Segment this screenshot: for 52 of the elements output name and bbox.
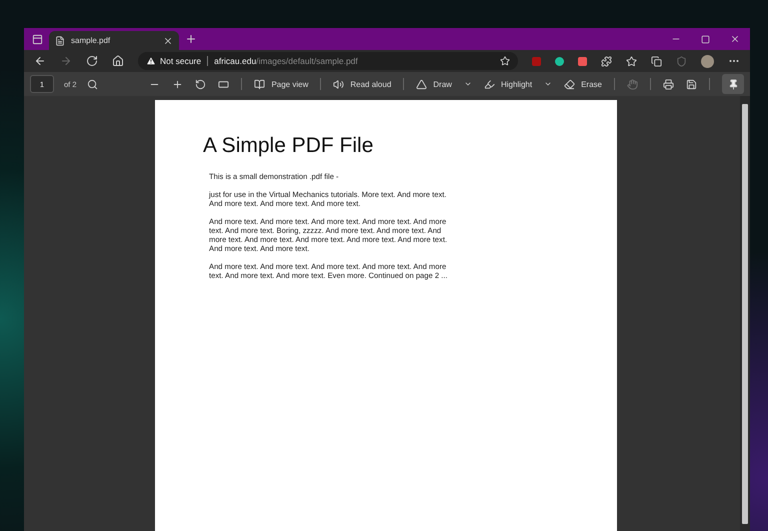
read-aloud-button[interactable]: Read aloud: [333, 78, 392, 90]
zoom-in-button[interactable]: [172, 78, 184, 90]
close-icon[interactable]: [163, 36, 173, 46]
book-icon: [254, 78, 266, 90]
dropdown-caret-button[interactable]: [544, 80, 552, 88]
favorites-icon[interactable]: [626, 56, 637, 66]
fit-icon: [218, 78, 230, 90]
draw-button[interactable]: Draw: [416, 78, 452, 90]
close-icon[interactable]: [730, 34, 740, 44]
extension-icon[interactable]: [555, 56, 564, 66]
add-favorite-icon[interactable]: [500, 56, 510, 66]
browser-tab[interactable]: sample.pdf: [49, 31, 179, 50]
scrollbar-thumb[interactable]: [742, 104, 748, 524]
print-button[interactable]: [663, 78, 674, 90]
pin-icon: [728, 78, 738, 90]
speaker-icon: [333, 78, 344, 90]
caret-icon: [544, 80, 552, 88]
printer-icon: [663, 78, 674, 90]
save-button[interactable]: [686, 78, 697, 90]
tab-title: sample.pdf: [71, 36, 110, 45]
avatar[interactable]: [701, 54, 714, 68]
save-icon: [686, 78, 697, 90]
address-field[interactable]: Not secure africau.edu/images/default/sample.pdf: [138, 52, 518, 70]
dropdown-caret-button[interactable]: [464, 80, 472, 88]
extension-icon[interactable]: [578, 56, 587, 66]
pin-button[interactable]: [722, 74, 744, 94]
url-text: africau.edu/images/default/sample.pdf: [214, 56, 358, 66]
hand-icon: [627, 78, 638, 90]
collections-icon[interactable]: [651, 56, 662, 66]
search-icon[interactable]: [86, 78, 98, 90]
puzzle-icon[interactable]: [601, 56, 612, 66]
rotate-icon: [195, 78, 206, 90]
shield-icon[interactable]: [676, 56, 687, 66]
back-icon[interactable]: [34, 55, 46, 67]
plus-icon: [172, 78, 184, 90]
caret-icon: [464, 80, 472, 88]
reload-icon[interactable]: [86, 55, 98, 67]
erase-button[interactable]: Erase: [564, 78, 602, 90]
page-view-button[interactable]: Page view: [254, 78, 308, 90]
document-title: A Simple PDF File: [203, 134, 374, 158]
fit-page-button[interactable]: [218, 78, 230, 90]
document-icon: [55, 36, 65, 46]
maximize-icon[interactable]: [701, 34, 710, 44]
rotate-button[interactable]: [195, 78, 206, 90]
tab-actions-icon[interactable]: [32, 34, 43, 44]
security-warning[interactable]: Not secure: [160, 56, 202, 66]
warning-icon: [146, 56, 156, 66]
eraser-icon: [564, 78, 576, 90]
highlight-button[interactable]: Highlight: [484, 78, 532, 90]
new-tab-icon[interactable]: [185, 33, 197, 45]
highlighter-icon: [484, 78, 495, 90]
home-icon[interactable]: [112, 55, 124, 67]
